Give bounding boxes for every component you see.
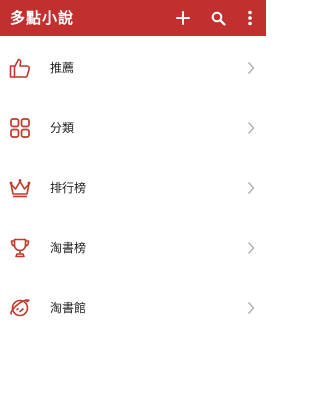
menu-item-label: 淘書榜 (50, 241, 87, 255)
app-title: 多點小說 (10, 9, 75, 27)
app-bar: 多點小說 (0, 0, 266, 36)
chevron-right-icon (247, 62, 255, 74)
menu-item-label: 推薦 (50, 61, 75, 75)
add-button[interactable] (172, 6, 194, 30)
search-icon (211, 11, 226, 26)
chevron-right-icon (247, 182, 255, 194)
menu-item-label: 淘書館 (50, 301, 87, 315)
menu-item-label: 排行榜 (50, 181, 87, 195)
trophy-icon (10, 238, 30, 258)
menu-item-category[interactable]: 分類 (0, 104, 266, 152)
menu-item-book-ranking[interactable]: 淘書榜 (0, 224, 266, 272)
add-icon (176, 11, 190, 25)
chevron-right-icon (247, 122, 255, 134)
thumbs-up-icon (9, 58, 31, 78)
more-options-button[interactable] (239, 6, 261, 30)
more-vertical-icon (248, 10, 252, 26)
grid-icon (10, 118, 30, 138)
menu-item-recommend[interactable]: 推薦 (0, 44, 266, 92)
search-button[interactable] (207, 6, 229, 30)
chevron-right-icon (247, 302, 255, 314)
menu-item-ranking[interactable]: 排行榜 (0, 164, 266, 212)
planet-icon (10, 299, 30, 317)
chevron-right-icon (247, 242, 255, 254)
menu-item-book-library[interactable]: 淘書館 (0, 284, 266, 332)
crown-icon (9, 179, 31, 198)
menu-item-label: 分類 (50, 121, 75, 135)
